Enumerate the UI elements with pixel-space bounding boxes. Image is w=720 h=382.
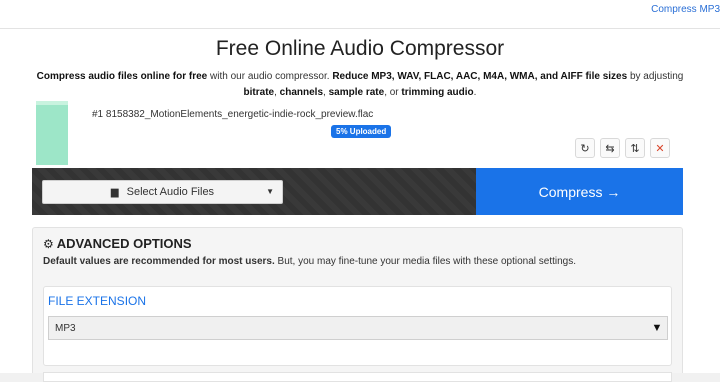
rotate-button[interactable]: ↻ xyxy=(575,138,595,158)
page-title: Free Online Audio Compressor xyxy=(215,37,505,60)
file-extension-label: FILE EXTENSION xyxy=(48,294,147,308)
desc-text-1: with our audio compressor. xyxy=(207,71,333,82)
next-option-card xyxy=(43,372,672,382)
advanced-options-note: Default values are recommended for most … xyxy=(43,256,576,267)
sort-icon: ⇅ xyxy=(630,142,640,155)
desc-bold-4: channels xyxy=(279,87,324,98)
file-thumbnail xyxy=(36,101,68,165)
advanced-options-title: ⚙ ADVANCED OPTIONS xyxy=(43,236,192,251)
advanced-options-label: ADVANCED OPTIONS xyxy=(56,236,192,251)
advanced-note-bold: Default values are recommended for most … xyxy=(43,256,275,267)
desc-bold-6: trimming audio xyxy=(401,87,474,98)
file-name: #1 8158382_MotionElements_energetic-indi… xyxy=(92,109,374,120)
desc-bold-5: sample rate xyxy=(328,87,385,98)
select-audio-files-label: Select Audio Files xyxy=(126,186,215,198)
file-extension-card: FILE EXTENSION MP3 ▼ xyxy=(43,286,672,366)
advanced-note-text: But, you may fine-tune your media files … xyxy=(274,256,577,267)
swap-icon: ⇆ xyxy=(605,142,615,155)
desc-bold-3: bitrate xyxy=(243,87,275,98)
file-extension-select[interactable]: MP3 ▼ xyxy=(48,316,668,340)
file-icon: ▆ xyxy=(110,186,119,198)
compress-button[interactable]: Compress → xyxy=(476,168,683,215)
desc-bold-1: Compress audio files online for free xyxy=(36,71,208,82)
compress-button-label: Compress → xyxy=(538,183,621,200)
sort-button[interactable]: ⇅ xyxy=(625,138,645,158)
upload-status-badge: 5% Uploaded xyxy=(331,125,392,138)
desc-text-2: by adjusting xyxy=(627,71,684,82)
desc-text-5: , or xyxy=(384,87,402,98)
rotate-icon: ↻ xyxy=(580,142,590,155)
remove-file-button[interactable]: ✕ xyxy=(650,138,670,158)
close-icon: ✕ xyxy=(655,142,665,155)
main-content: Free Online Audio Compressor Compress au… xyxy=(0,29,720,382)
gear-icon: ⚙ xyxy=(43,237,54,251)
select-audio-files-button[interactable]: ▆ Select Audio Files ▼ xyxy=(42,180,283,204)
desc-text-6: . xyxy=(473,87,477,98)
desc-bold-2: Reduce MP3, WAV, FLAC, AAC, M4A, WMA, an… xyxy=(332,71,628,82)
advanced-options-panel: ⚙ ADVANCED OPTIONS Default values are rec… xyxy=(32,227,683,382)
compress-mp3-link[interactable]: Compress MP3 xyxy=(651,4,720,15)
swap-button[interactable]: ⇆ xyxy=(600,138,620,158)
top-bar: Compress MP3 xyxy=(0,0,720,29)
file-extension-value: MP3 xyxy=(55,323,76,334)
page-description: Compress audio files online for free wit… xyxy=(30,69,690,101)
chevron-down-icon[interactable]: ▼ xyxy=(266,187,274,196)
chevron-down-icon[interactable]: ▼ xyxy=(647,317,667,339)
